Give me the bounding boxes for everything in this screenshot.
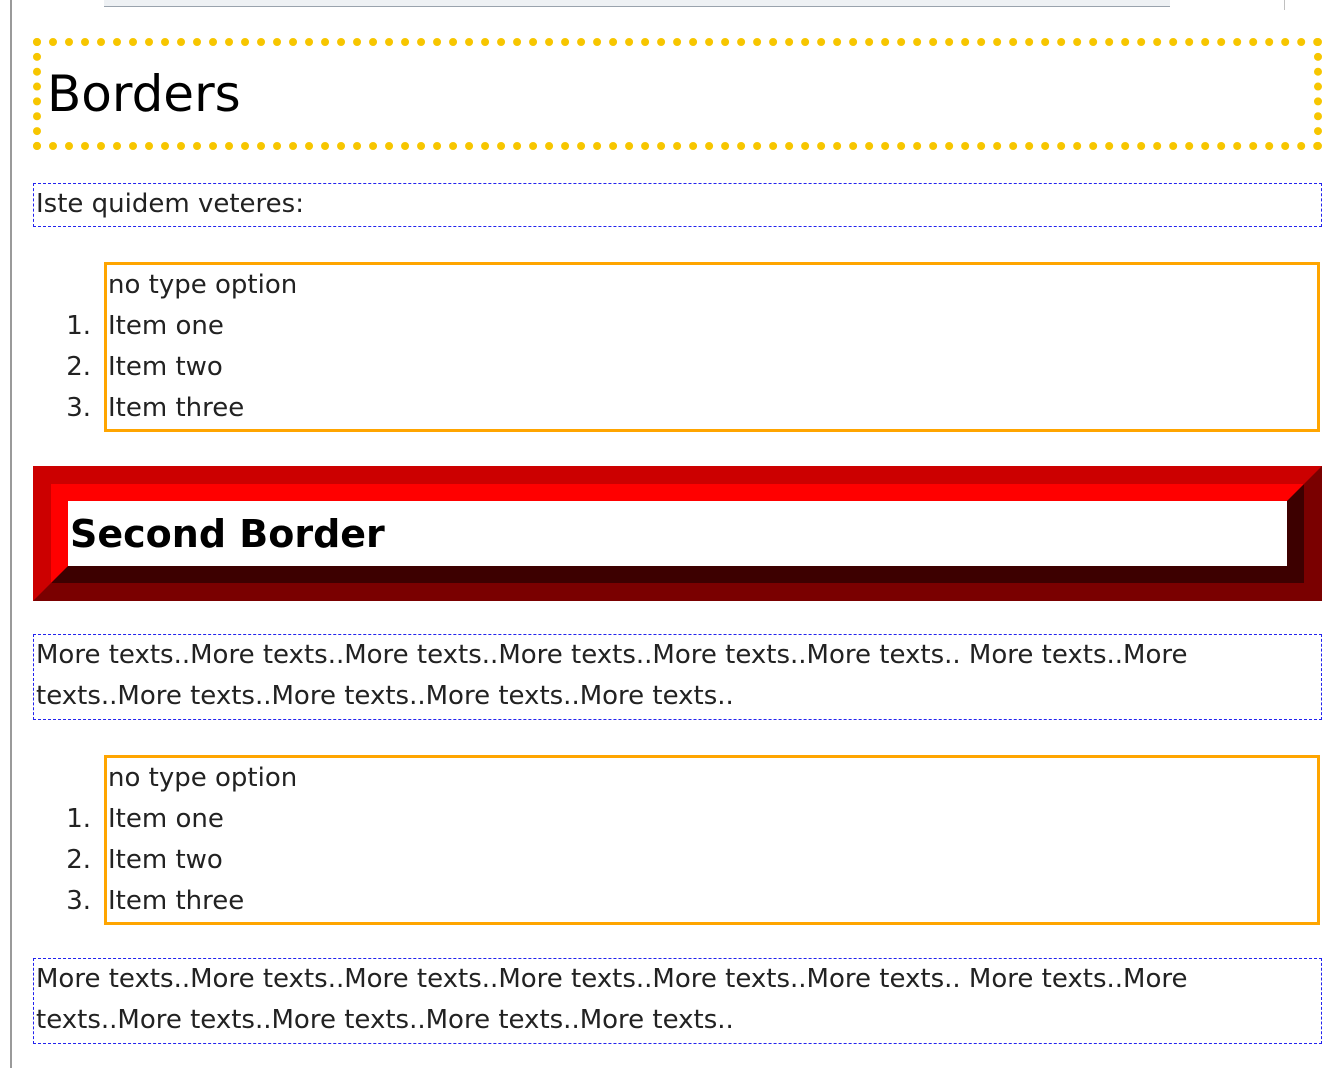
window-divider: [1284, 0, 1285, 10]
list-item: 2. Item two: [66, 845, 223, 875]
text-paragraph-line: texts..More texts..More texts..More text…: [36, 1005, 734, 1035]
text-paragraph-line: texts..More texts..More texts..More text…: [36, 681, 734, 711]
text-paragraph-box: More texts..More texts..More texts..More…: [33, 634, 1322, 720]
list-item: 1. Item one: [66, 804, 224, 834]
page-title: Borders: [47, 65, 241, 123]
text-paragraph-line: More texts..More texts..More texts..More…: [36, 964, 1188, 994]
list-item: 3. Item three: [66, 393, 245, 423]
browser-left-edge: [0, 0, 12, 1068]
list-item: 1. Item one: [66, 311, 224, 341]
intro-paragraph-box: Iste quidem veteres:: [33, 183, 1322, 227]
dotted-heading-box: Borders: [33, 38, 1322, 150]
intro-paragraph: Iste quidem veteres:: [36, 189, 304, 219]
address-bar-edge: [104, 0, 1170, 7]
ridge-border-box: Second Border: [51, 484, 1304, 583]
list-item: 3. Item three: [66, 886, 245, 916]
second-heading: Second Border: [70, 511, 385, 556]
text-paragraph-line: More texts..More texts..More texts..More…: [36, 640, 1188, 670]
list-item: 2. Item two: [66, 352, 223, 382]
text-paragraph-box: More texts..More texts..More texts..More…: [33, 958, 1322, 1044]
browser-top-edge: [0, 0, 1322, 12]
